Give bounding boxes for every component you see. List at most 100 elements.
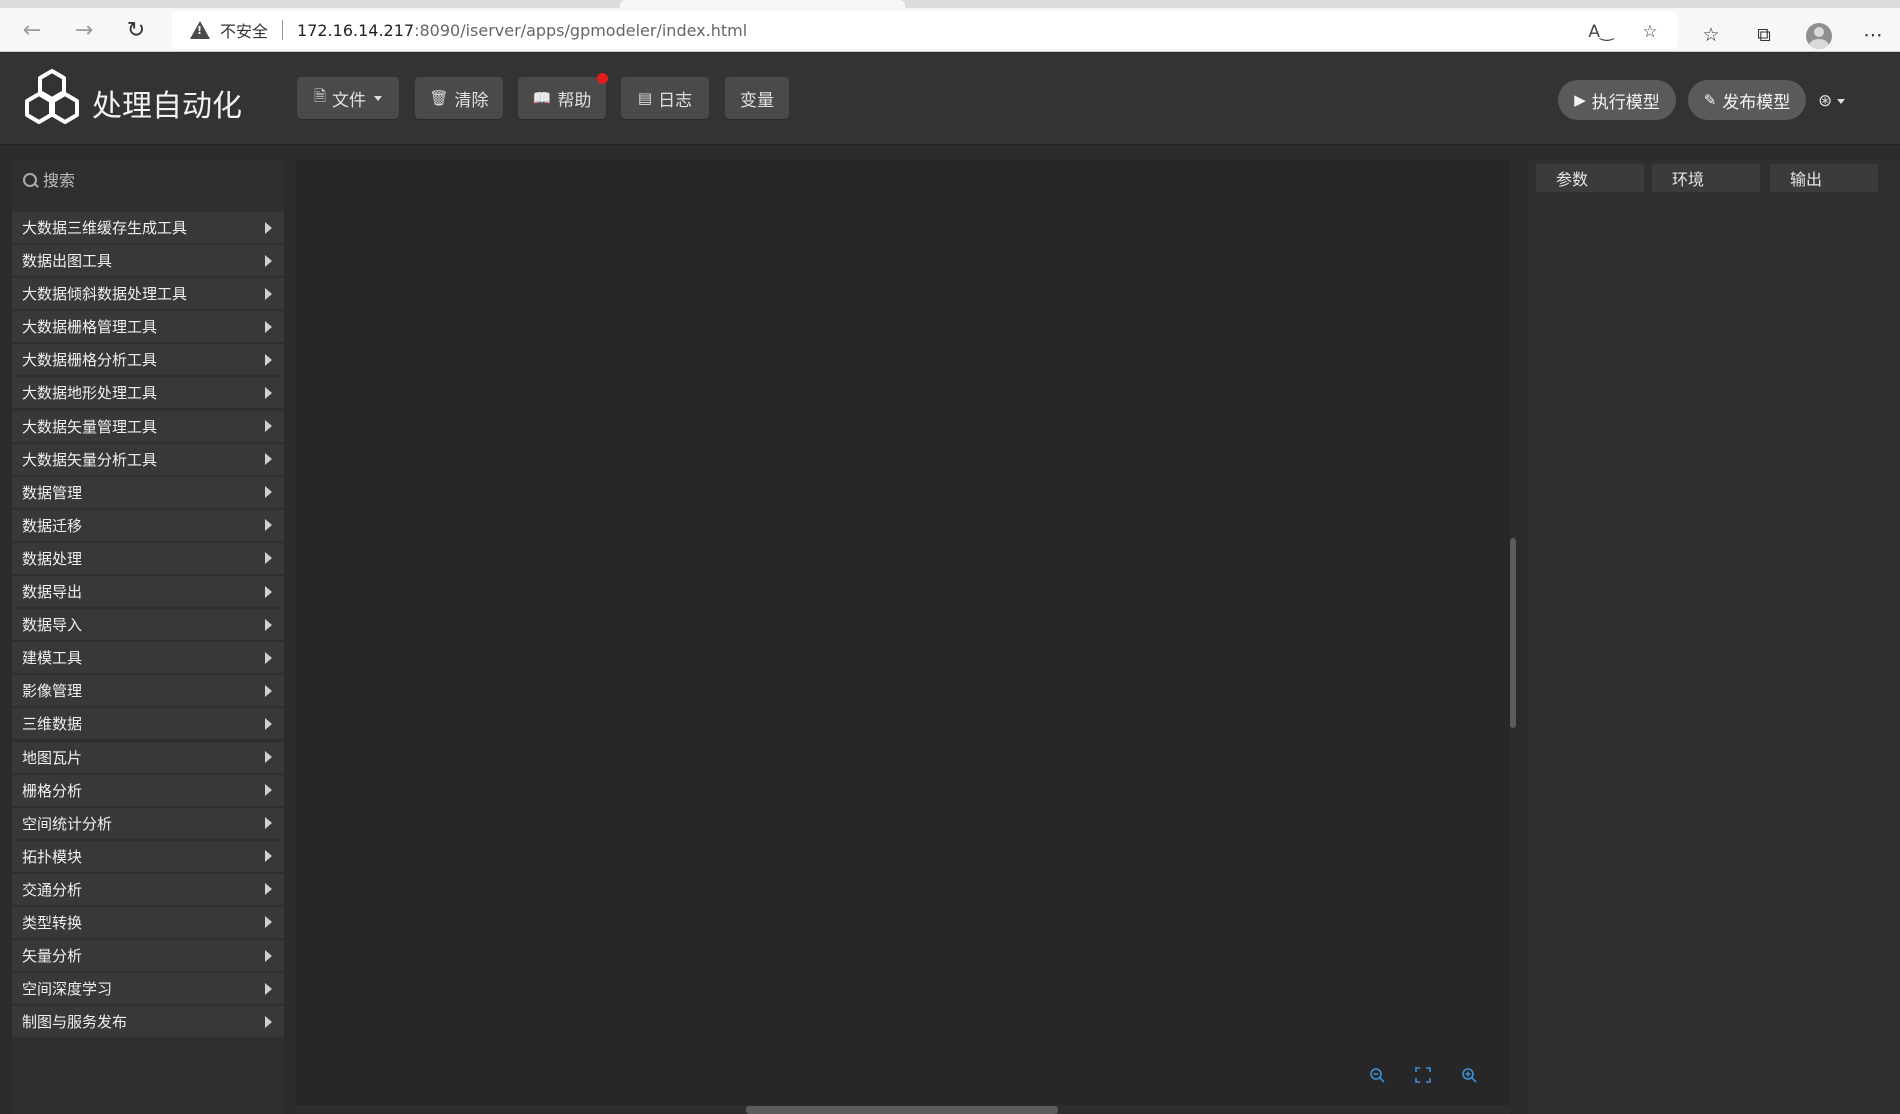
chevron-right-icon bbox=[265, 784, 272, 797]
tool-category-item[interactable]: 大数据栅格分析工具 bbox=[12, 344, 284, 376]
tool-category-label: 交通分析 bbox=[22, 880, 83, 899]
tool-category-item[interactable]: 大数据倾斜数据处理工具 bbox=[12, 278, 284, 310]
search-input[interactable] bbox=[43, 170, 263, 190]
variable-button[interactable]: 变量 bbox=[725, 77, 789, 119]
chevron-right-icon bbox=[265, 353, 272, 366]
publish-model-button[interactable]: ✎ 发布模型 bbox=[1688, 80, 1806, 120]
reload-icon[interactable]: ↻ bbox=[120, 14, 152, 46]
zoom-out-icon[interactable] bbox=[1366, 1064, 1388, 1086]
file-menu-button[interactable]: 🗎 文件 bbox=[297, 77, 399, 119]
more-options-icon[interactable]: ⋯ bbox=[1860, 22, 1886, 48]
tool-category-item[interactable]: 空间深度学习 bbox=[12, 973, 284, 1005]
tab-environment[interactable]: 环境 bbox=[1652, 164, 1760, 192]
search-row bbox=[12, 160, 284, 200]
tool-category-label: 栅格分析 bbox=[22, 781, 83, 800]
chevron-right-icon bbox=[265, 585, 272, 598]
tool-category-item[interactable]: 矢量分析 bbox=[12, 940, 284, 972]
app-header: 处理自动化 🗎 文件 🗑 清除 📖 帮助 ▤ 日志 变量 ▶ 执行模型 ✎ 发布… bbox=[0, 53, 1900, 145]
model-canvas[interactable] bbox=[296, 160, 1510, 1105]
run-model-button[interactable]: ▶ 执行模型 bbox=[1558, 80, 1676, 120]
tool-category-label: 大数据三维缓存生成工具 bbox=[22, 219, 188, 237]
url-text[interactable]: 172.16.14.217:8090/iserver/apps/gpmodele… bbox=[297, 21, 747, 40]
tool-category-label: 大数据栅格分析工具 bbox=[22, 351, 158, 370]
tool-category-item[interactable]: 数据导出 bbox=[12, 576, 284, 608]
tool-category-label: 三维数据 bbox=[22, 715, 83, 734]
play-icon: ▶ bbox=[1574, 91, 1586, 109]
book-icon: 📖 bbox=[532, 89, 552, 107]
security-label[interactable]: 不安全 bbox=[220, 18, 268, 42]
browser-active-tab[interactable] bbox=[620, 0, 905, 8]
forward-arrow-icon[interactable]: → bbox=[68, 14, 100, 46]
help-button[interactable]: 📖 帮助 bbox=[518, 77, 606, 119]
address-bar[interactable]: 不安全 172.16.14.217:8090/iserver/apps/gpmo… bbox=[172, 11, 1678, 49]
tool-category-item[interactable]: 数据迁移 bbox=[12, 509, 284, 541]
chevron-right-icon bbox=[265, 817, 272, 830]
theme-menu-button[interactable]: ⊛ bbox=[1818, 88, 1858, 114]
tool-category-item[interactable]: 类型转换 bbox=[12, 906, 284, 938]
panel-content bbox=[1528, 196, 1900, 1114]
chevron-right-icon bbox=[265, 850, 272, 863]
chevron-right-icon bbox=[265, 651, 272, 664]
tool-category-item[interactable]: 三维数据 bbox=[12, 708, 284, 740]
tool-category-item[interactable]: 交通分析 bbox=[12, 873, 284, 905]
read-aloud-icon[interactable]: A‿ bbox=[1588, 21, 1613, 43]
canvas-horizontal-scrollbar[interactable] bbox=[746, 1106, 1058, 1114]
fit-view-icon[interactable] bbox=[1412, 1064, 1434, 1086]
tool-category-label: 地图瓦片 bbox=[22, 748, 83, 767]
tool-category-label: 数据处理 bbox=[22, 549, 83, 568]
chevron-right-icon bbox=[265, 386, 272, 399]
tool-category-item[interactable]: 大数据地形处理工具 bbox=[12, 377, 284, 409]
tool-category-item[interactable]: 地图瓦片 bbox=[12, 741, 284, 773]
tool-category-item[interactable]: 拓扑模块 bbox=[12, 840, 284, 872]
shirt-icon: ⊛ bbox=[1818, 91, 1833, 111]
chevron-down-icon bbox=[1837, 98, 1846, 104]
chevron-right-icon bbox=[265, 453, 272, 466]
warning-icon bbox=[190, 21, 210, 39]
chevron-right-icon bbox=[265, 519, 272, 532]
edit-icon: ✎ bbox=[1703, 91, 1717, 109]
favorites-list-icon[interactable]: ☆ bbox=[1698, 22, 1724, 48]
tool-category-item[interactable]: 大数据栅格管理工具 bbox=[12, 311, 284, 343]
tool-category-label: 矢量分析 bbox=[22, 947, 83, 966]
profile-avatar-icon[interactable] bbox=[1806, 23, 1832, 49]
tool-category-item[interactable]: 大数据矢量管理工具 bbox=[12, 410, 284, 442]
tool-category-item[interactable]: 大数据矢量分析工具 bbox=[12, 443, 284, 475]
tool-category-label: 影像管理 bbox=[22, 682, 83, 701]
url-host: 172.16.14.217 bbox=[297, 20, 415, 40]
log-button[interactable]: ▤ 日志 bbox=[621, 77, 709, 119]
zoom-in-icon[interactable] bbox=[1458, 1064, 1480, 1086]
url-path: :8090/iserver/apps/gpmodeler/index.html bbox=[414, 20, 748, 40]
tool-category-item[interactable]: 数据出图工具 bbox=[12, 245, 284, 277]
app-title: 处理自动化 bbox=[92, 89, 242, 124]
chevron-right-icon bbox=[265, 883, 272, 896]
address-separator bbox=[282, 20, 284, 40]
tool-category-item[interactable]: 建模工具 bbox=[12, 642, 284, 674]
logo-hexagons-icon bbox=[25, 69, 79, 124]
chevron-right-icon bbox=[265, 717, 272, 730]
chevron-right-icon bbox=[265, 254, 272, 267]
tab-parameters[interactable]: 参数 bbox=[1536, 164, 1644, 192]
run-label: 执行模型 bbox=[1591, 92, 1660, 113]
publish-label: 发布模型 bbox=[1722, 92, 1791, 113]
variable-label: 变量 bbox=[740, 90, 774, 111]
tool-category-label: 类型转换 bbox=[22, 913, 83, 932]
chevron-right-icon bbox=[265, 552, 272, 565]
tool-category-item[interactable]: 数据导入 bbox=[12, 609, 284, 641]
tool-category-item[interactable]: 制图与服务发布 bbox=[12, 1006, 284, 1038]
tab-output[interactable]: 输出 bbox=[1770, 164, 1878, 192]
tool-category-item[interactable]: 影像管理 bbox=[12, 675, 284, 707]
tool-category-item[interactable]: 数据管理 bbox=[12, 476, 284, 508]
chevron-right-icon bbox=[265, 221, 272, 234]
back-arrow-icon[interactable]: ← bbox=[16, 14, 48, 46]
tool-category-label: 建模工具 bbox=[22, 649, 83, 668]
tool-category-item[interactable]: 栅格分析 bbox=[12, 774, 284, 806]
chevron-right-icon bbox=[265, 684, 272, 697]
tool-category-item[interactable]: 数据处理 bbox=[12, 542, 284, 574]
tool-category-item[interactable]: 空间统计分析 bbox=[12, 807, 284, 839]
canvas-vertical-scrollbar[interactable] bbox=[1510, 538, 1516, 728]
help-notification-dot bbox=[597, 73, 608, 84]
clear-button[interactable]: 🗑 清除 bbox=[415, 77, 503, 119]
collections-icon[interactable]: ⧉ bbox=[1751, 22, 1777, 48]
tool-category-item[interactable]: 大数据三维缓存生成工具 bbox=[12, 212, 284, 243]
favorite-star-icon[interactable]: ☆ bbox=[1639, 21, 1661, 43]
